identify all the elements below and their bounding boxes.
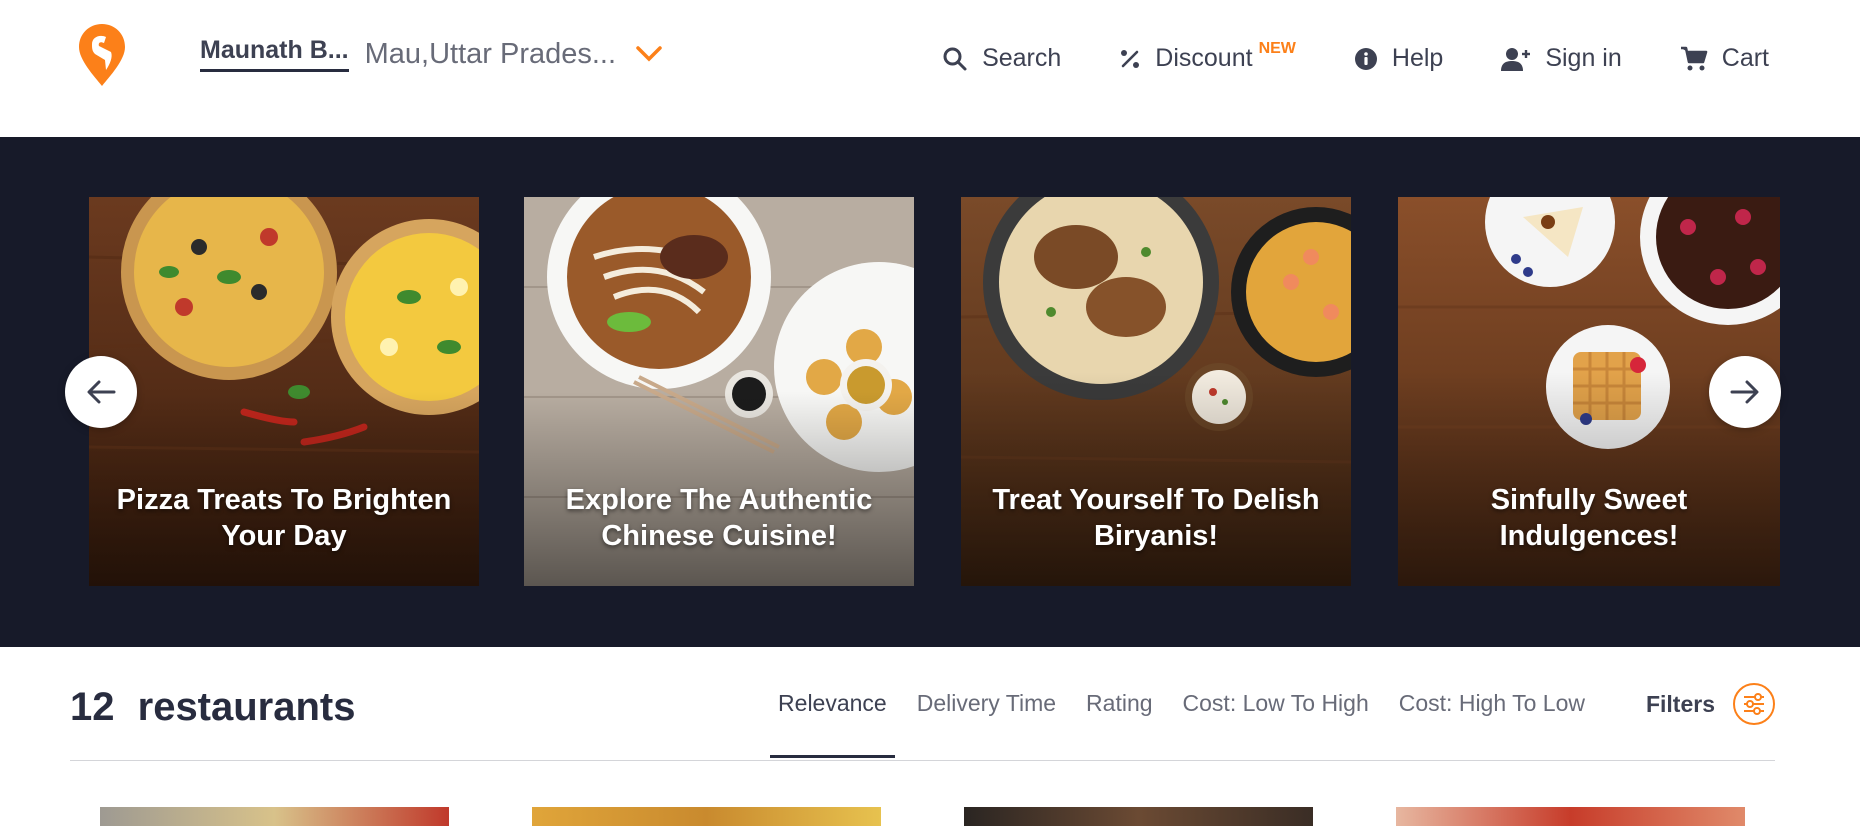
nav-sign-in-label: Sign in [1545,44,1622,72]
restaurant-card-image[interactable] [532,807,881,826]
info-icon [1354,47,1377,70]
restaurant-list-header: 12 restaurants Relevance Delivery Time R… [70,647,1775,761]
carousel-prev-button[interactable] [65,356,137,428]
discount-icon [1121,49,1140,68]
carousel-card-title: Treat Yourself To Delish Biryanis! [992,483,1320,552]
sort-delivery-time[interactable]: Delivery Time [917,690,1056,758]
carousel-card-chinese[interactable]: Explore The Authentic Chinese Cuisine! [524,197,914,586]
filters-button[interactable]: Filters [1646,683,1775,725]
sort-rating[interactable]: Rating [1086,690,1152,758]
nav-discount-label: Discount [1155,44,1253,72]
main-nav: Search Discount NEW Help Sign in Cart [884,40,1769,73]
restaurant-count-label: restaurants [137,685,356,729]
search-icon [943,47,967,70]
restaurant-count-number: 12 [70,685,115,729]
user-add-icon [1501,47,1531,71]
carousel-card-title: Pizza Treats To Brighten Your Day [116,483,452,552]
nav-cart[interactable]: Cart [1680,44,1769,73]
cart-icon [1680,46,1708,70]
nav-search[interactable]: Search [942,44,1061,73]
nav-sign-in[interactable]: Sign in [1501,44,1622,73]
location-city[interactable]: Mau,Uttar Prades... [365,38,616,71]
nav-cart-label: Cart [1721,44,1769,72]
location-area[interactable]: Maunath B... [200,36,349,72]
filter-sliders-icon [1733,683,1775,725]
carousel-card-biryani[interactable]: Treat Yourself To Delish Biryanis! [961,197,1351,586]
sort-relevance[interactable]: Relevance [770,690,895,758]
restaurant-card-image[interactable] [964,807,1313,826]
arrow-right-icon [1730,380,1759,404]
top-header: Maunath B... Mau,Uttar Prades... Search … [0,0,1860,137]
chevron-down-icon[interactable] [636,46,662,62]
offers-carousel: Pizza Treats To Brighten Your Day Explor… [0,137,1860,647]
carousel-next-button[interactable] [1709,356,1781,428]
filters-label: Filters [1645,690,1715,717]
new-badge: NEW [1258,39,1296,57]
sort-tabs: Relevance Delivery Time Rating Cost: Low… [748,690,1585,758]
carousel-card-title: Explore The Authentic Chinese Cuisine! [565,483,873,552]
sort-cost-low-high[interactable]: Cost: Low To High [1183,690,1369,758]
location-selector[interactable]: Maunath B... Mau,Uttar Prades... [200,36,662,72]
arrow-left-icon [87,380,116,404]
nav-search-label: Search [982,44,1062,72]
nav-help[interactable]: Help [1354,44,1443,73]
carousel-card-pizza[interactable]: Pizza Treats To Brighten Your Day [89,197,479,586]
nav-discount[interactable]: Discount NEW [1119,40,1296,73]
restaurant-card-image[interactable] [1396,807,1745,826]
carousel-card-title: Sinfully Sweet Indulgences! [1490,483,1688,552]
sort-cost-high-low[interactable]: Cost: High To Low [1399,690,1585,758]
nav-help-label: Help [1391,44,1444,72]
swiggy-logo-icon[interactable] [78,24,126,86]
restaurant-card-image[interactable] [100,807,449,826]
restaurant-count: 12 restaurants [70,685,356,730]
